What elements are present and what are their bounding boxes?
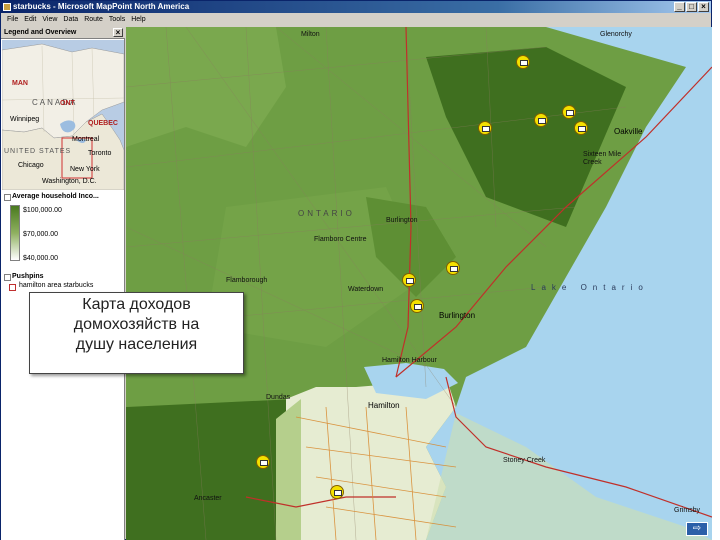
pushpin-legend: Pushpins hamilton area starbucks [2,271,124,291]
map-waterdown-label: Waterdown [348,286,384,293]
map-hamilton-label: Hamilton [368,401,400,410]
close-button[interactable]: × [698,2,709,12]
map-lake-ontario-label: Lake Ontario [531,283,649,292]
legend-close-button[interactable]: × [113,28,123,37]
overview-ont-label: ONT [60,100,75,107]
window-title: starbucks - Microsoft MapPoint North Ame… [13,2,190,11]
map-dundas-label: Dundas [266,394,291,401]
map-sixteen-mile-creek-label: Sixteen Mile Creek [583,151,622,166]
map-view[interactable]: ONTARIO Lake Ontario Oakville Burlington… [126,27,712,540]
menu-route[interactable]: Route [81,13,106,26]
map-ontario-label: ONTARIO [298,209,355,218]
overview-montreal-label: Montreal [72,136,100,143]
overview-quebec-label: QUEBEC [88,120,118,127]
overview-newyork-label: New York [70,166,100,173]
map-oakville-label: Oakville [614,127,643,136]
menu-edit[interactable]: Edit [21,13,39,26]
pushpin-set-label[interactable]: hamilton area starbucks [19,282,93,289]
starbucks-pushpin[interactable] [534,113,548,127]
annotation-callout: Карта доходов домохозяйств на душу насел… [29,292,244,374]
pushpin-icon [9,284,16,291]
legend-title: Legend and Overview [4,29,77,36]
map-stoney-creek-label: Stoney Creek [503,457,546,464]
overview-winnipeg-label: Winnipeg [10,116,40,123]
map-glenorchy-label: Glenorchy [600,31,632,38]
minimize-button[interactable]: _ [674,2,685,12]
pushpins-title[interactable]: Pushpins [2,271,124,282]
map-grimsby-label: Grimsby [674,507,701,514]
annotation-line-3: душу населения [75,336,198,353]
overview-map[interactable]: CANADA MAN ONT Winnipeg QUEBEC Montreal … [2,40,124,190]
annotation-line-1: Карта доходов [82,296,191,313]
annotation-line-2: домохозяйств на [73,316,200,333]
map-milton-label: Milton [301,31,320,38]
income-legend: Average household Inco... $100,000.00 $7… [2,191,124,262]
maximize-button[interactable]: □ [686,2,697,12]
starbucks-pushpin[interactable] [446,261,460,275]
starbucks-pushpin[interactable] [562,105,576,119]
title-bar[interactable]: starbucks - Microsoft MapPoint North Ame… [1,1,711,13]
menu-tools[interactable]: Tools [106,13,128,26]
overview-us-label: UNITED STATES [4,148,72,155]
income-color-ramp [10,205,20,261]
mappoint-window: starbucks - Microsoft MapPoint North Ame… [0,0,712,540]
overview-man-label: MAN [12,80,28,87]
app-icon [3,3,11,11]
income-legend-title[interactable]: Average household Inco... [2,191,124,202]
starbucks-pushpin[interactable] [516,55,530,69]
starbucks-pushpin[interactable] [330,485,344,499]
menu-bar: File Edit View Data Route Tools Help [1,13,711,26]
map-harbour-label: Hamilton Harbour [382,357,437,364]
menu-help[interactable]: Help [128,13,148,26]
starbucks-pushpin[interactable] [410,299,424,313]
map-burlington-label: Burlington [439,311,476,320]
map-flamboro-centre-label: Flamboro Centre [314,236,367,243]
starbucks-pushpin[interactable] [256,455,270,469]
starbucks-pushpin[interactable] [574,121,588,135]
starbucks-pushpin[interactable] [402,273,416,287]
menu-file[interactable]: File [4,13,21,26]
map-burlington-north-label: Burlington [386,217,418,224]
legend-header: Legend and Overview × [1,27,125,39]
income-mid-label: $70,000.00 [23,231,59,238]
pan-arrow-icon[interactable]: ⇨ [686,522,708,536]
legend-pane: Legend and Overview × CANADA MAN ONT Win… [1,27,125,540]
map-flamborough-label: Flamborough [226,277,268,284]
map-ancaster-label: Ancaster [194,495,222,502]
overview-chicago-label: Chicago [18,162,44,169]
menu-data[interactable]: Data [60,13,81,26]
starbucks-pushpin[interactable] [478,121,492,135]
income-high-label: $100,000.00 [23,207,62,214]
overview-toronto-label: Toronto [88,150,112,157]
income-low-label: $40,000.00 [23,255,59,262]
menu-view[interactable]: View [39,13,60,26]
overview-washington-label: Washington, D.C. [42,178,97,185]
